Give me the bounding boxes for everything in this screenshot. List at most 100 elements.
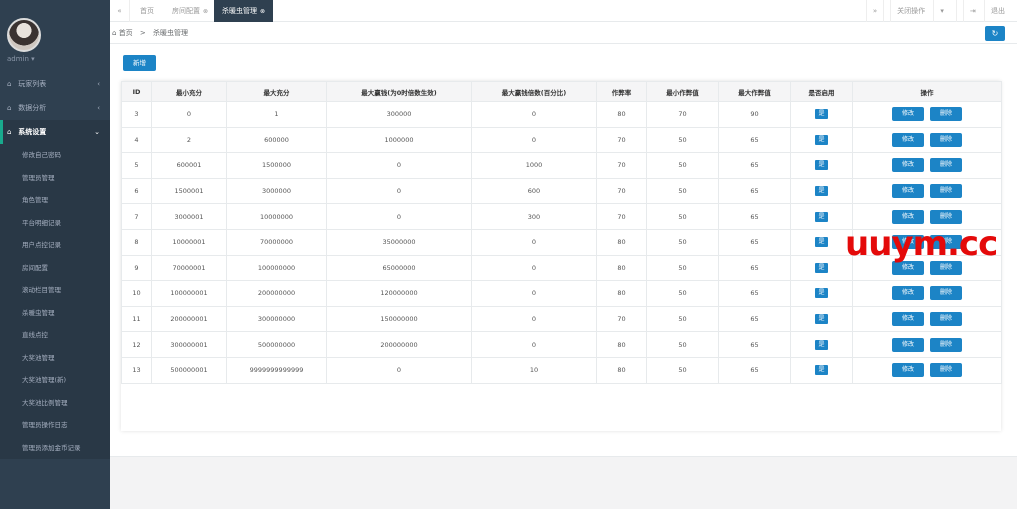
enabled-badge[interactable]: 是 (815, 314, 828, 325)
sidebar-item-jackpot-management-new[interactable]: 大奖池管理(新) (0, 369, 110, 392)
table-cell: 0 (471, 101, 597, 128)
table-cell: 7 (121, 203, 152, 230)
enabled-badge[interactable]: 是 (815, 186, 828, 197)
close-icon[interactable]: ⊗ (203, 8, 208, 15)
sidebar-item-admin-coin-records[interactable]: 管理员添加金币记录 (0, 437, 110, 460)
edit-button[interactable]: 修改 (892, 337, 924, 352)
table-cell: 65 (718, 254, 791, 282)
enabled-badge[interactable]: 是 (815, 339, 828, 350)
delete-button[interactable]: 删除 (930, 209, 962, 224)
table-cell: 0 (326, 177, 472, 205)
sidebar-item-direct-control[interactable]: 直线点控 (0, 324, 110, 347)
sidebar-item-role-management[interactable]: 角色管理 (0, 189, 110, 212)
sidebar: admin ▾ ⌂ 玩家列表 ‹ ⌂ 数据分析 ‹ ⌂ 系统设置 ⌄ 修改自己密… (0, 0, 110, 509)
table-cell: 是 (790, 254, 853, 282)
enabled-badge[interactable]: 是 (815, 262, 828, 273)
logout-button[interactable]: ⇥ 退出 (955, 0, 1017, 22)
sidebar-item-kill-management[interactable]: 杀暖虫管理 (0, 302, 110, 325)
table-cell: 1000 (471, 152, 597, 179)
sidebar-menu-data-analysis[interactable]: ⌂ 数据分析 ‹ (0, 96, 110, 120)
delete-button[interactable]: 删除 (930, 312, 962, 327)
sidebar-item-change-password[interactable]: 修改自己密码 (0, 144, 110, 167)
tab-home[interactable]: 首页 (132, 0, 162, 22)
sidebar-item-jackpot-management[interactable]: 大奖池管理 (0, 347, 110, 370)
breadcrumb-bar: ⌂ 首页 > 杀暖虫管理 ↻ (110, 22, 1017, 44)
sidebar-item-user-control-records[interactable]: 用户点控记录 (0, 234, 110, 257)
tab-label: 房间配置 (172, 7, 200, 15)
delete-button[interactable]: 删除 (930, 158, 962, 173)
table-cell: 80 (596, 356, 647, 384)
table-cell: 0 (471, 331, 597, 358)
column-header: ID (121, 81, 152, 102)
column-header: 最大赢钱倍数(百分比) (471, 81, 597, 102)
table-cell: 12 (121, 331, 152, 358)
table-row: 12 300000001 500000000 200000000 0 80 50 65 是 修改删… (121, 331, 1002, 358)
sidebar-menu-players[interactable]: ⌂ 玩家列表 ‹ (0, 72, 110, 96)
table-cell: 3 (121, 101, 152, 128)
enabled-badge[interactable]: 是 (815, 288, 828, 299)
table-cell: 0 (471, 280, 597, 307)
topbar-actions: » 关闭操作 ▾ ⇥ 退出 (865, 0, 1017, 22)
tab-bar: « 首页 房间配置 ⊗ 杀暖虫管理 ⊗ » 关闭操作 ▾ ⇥ 退出 (110, 0, 1017, 22)
edit-button[interactable]: 修改 (892, 158, 924, 173)
delete-button[interactable]: 删除 (930, 337, 962, 352)
table-cell: 65 (718, 356, 791, 384)
table-cell: 600000 (226, 126, 327, 154)
table-cell: 65 (718, 126, 791, 154)
enabled-badge[interactable]: 是 (815, 365, 828, 376)
add-button[interactable]: 新增 (123, 55, 156, 71)
table-cell: 70000001 (151, 254, 227, 282)
edit-button[interactable]: 修改 (892, 184, 924, 199)
breadcrumb-separator: > (139, 29, 146, 37)
table-cell: 50 (646, 152, 719, 179)
tab-room-config[interactable]: 房间配置 ⊗ (164, 0, 216, 22)
refresh-button[interactable]: ↻ (985, 26, 1005, 41)
table-row: 5 600001 1500000 0 1000 70 50 65 是 修改 删除 (121, 152, 1002, 179)
table-row: 3 0 1 300000 0 80 70 90 是修改 删除 (121, 101, 1002, 128)
sidebar-item-platform-records[interactable]: 平台明细记录 (0, 212, 110, 235)
enabled-badge[interactable]: 是 (815, 160, 828, 171)
profile-name-dropdown[interactable]: admin ▾ (7, 55, 35, 63)
table-cell: 是 (790, 331, 853, 358)
table-cell: 50 (646, 203, 719, 230)
table-cell: 70 (596, 305, 647, 333)
column-header: 最小作弊值 (646, 81, 719, 102)
tabs-scroll-right-button[interactable]: » (865, 0, 883, 22)
tab-kill-management[interactable]: 杀暖虫管理 ⊗ (214, 0, 274, 22)
tabs-scroll-left-button[interactable]: « (110, 0, 130, 22)
sidebar-item-scroll-bar-management[interactable]: 滚动栏目管理 (0, 279, 110, 302)
table-cell: 1 (226, 101, 327, 128)
avatar[interactable] (7, 18, 41, 52)
table-cell: 13 (121, 356, 152, 384)
edit-button[interactable]: 修改 (892, 107, 924, 122)
table-cell: 80 (596, 101, 647, 128)
close-icon[interactable]: ⊗ (260, 8, 265, 15)
sidebar-item-admin-management[interactable]: 管理员管理 (0, 167, 110, 190)
delete-button[interactable]: 删除 (930, 184, 962, 199)
refresh-icon: ↻ (991, 29, 999, 38)
enabled-badge[interactable]: 是 (815, 109, 828, 120)
edit-button[interactable]: 修改 (892, 312, 924, 327)
delete-button[interactable]: 删除 (930, 107, 962, 122)
enabled-badge[interactable]: 是 (815, 134, 828, 145)
sidebar-menu-system-settings[interactable]: ⌂ 系统设置 ⌄ (0, 120, 110, 144)
enabled-badge[interactable]: 是 (815, 211, 828, 222)
edit-button[interactable]: 修改 (892, 363, 924, 378)
sidebar-item-jackpot-ratio[interactable]: 大奖池比例管理 (0, 392, 110, 415)
edit-button[interactable]: 修改 (892, 209, 924, 224)
delete-button[interactable]: 删除 (930, 363, 962, 378)
edit-button[interactable]: 修改 (892, 132, 924, 147)
delete-button[interactable]: 删除 (930, 286, 962, 301)
sidebar-item-room-config[interactable]: 房间配置 (0, 257, 110, 280)
caret-down-icon: ▾ (31, 55, 35, 63)
double-chevron-left-icon: « (117, 7, 122, 15)
edit-button[interactable]: 修改 (892, 286, 924, 301)
table-cell: 70000000 (226, 228, 327, 256)
sidebar-item-admin-op-log[interactable]: 管理员操作日志 (0, 414, 110, 437)
breadcrumb-home[interactable]: 首页 (119, 29, 133, 37)
close-ops-dropdown[interactable]: 关闭操作 ▾ (883, 0, 956, 22)
table-cell-actions: 修改 删除 (852, 331, 1002, 358)
enabled-badge[interactable]: 是 (815, 237, 828, 248)
breadcrumb: ⌂ 首页 > 杀暖虫管理 (112, 22, 188, 44)
delete-button[interactable]: 删除 (930, 132, 962, 147)
